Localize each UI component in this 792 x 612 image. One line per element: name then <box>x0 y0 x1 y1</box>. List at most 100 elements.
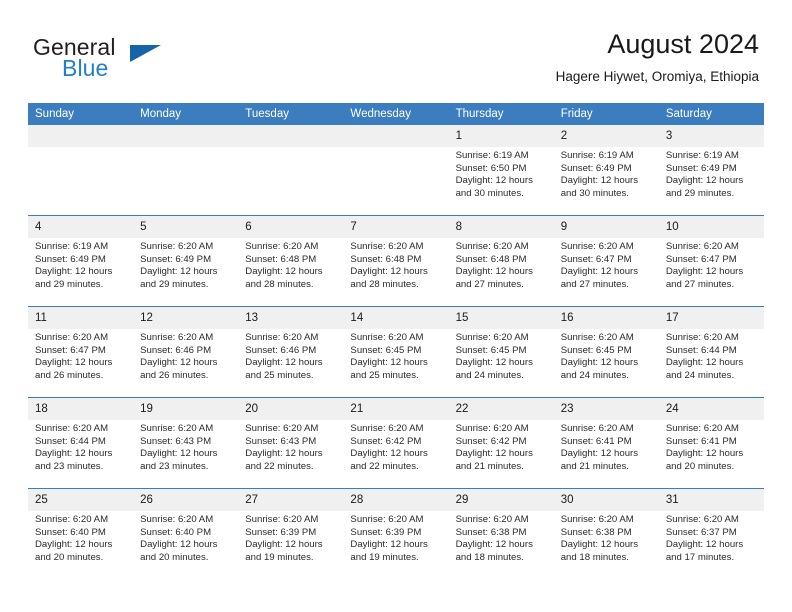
sunset-time: Sunset: 6:41 PM <box>665 435 737 447</box>
weekday-header-friday: Friday <box>553 103 659 125</box>
calendar-day-cell[interactable]: 7 Sunrise: 6:20 AM Sunset: 6:48 PM Daylight… <box>343 215 449 307</box>
sunset-time: Sunset: 6:39 PM <box>350 526 422 538</box>
day-number <box>133 125 239 147</box>
calendar-day-cell[interactable]: 15 Sunrise: 6:20 AM Sunset: 6:45 PM Dayligh… <box>448 306 554 398</box>
calendar-day-cell[interactable]: 8 Sunrise: 6:20 AM Sunset: 6:48 PM Daylight… <box>448 215 554 307</box>
daylight-duration-line1: Daylight: 12 hours <box>140 539 218 551</box>
daylight-duration-line1: Daylight: 12 hours <box>665 266 744 278</box>
day-number: 23 <box>553 398 659 420</box>
daylight-duration-line1: Daylight: 12 hours <box>350 539 428 551</box>
calendar-day-cell[interactable]: 18 Sunrise: 6:20 AM Sunset: 6:44 PM Dayligh… <box>28 397 134 489</box>
daylight-duration-line2: and 17 minutes. <box>665 551 735 563</box>
day-details: Sunrise: 6:20 AM Sunset: 6:48 PM Daylight:… <box>449 238 554 291</box>
calendar-day-cell[interactable]: 4 Sunrise: 6:19 AM Sunset: 6:49 PM Daylight… <box>28 215 134 307</box>
daylight-duration-line1: Daylight: 12 hours <box>35 539 113 551</box>
calendar-day-cell[interactable]: 24 Sunrise: 6:20 AM Sunset: 6:41 PM Dayligh… <box>658 397 764 489</box>
calendar-day-cell[interactable]: 30 Sunrise: 6:20 AM Sunset: 6:38 PM Dayligh… <box>553 488 659 579</box>
daylight-duration-line2: and 18 minutes. <box>560 551 629 563</box>
sunrise-time: Sunrise: 6:20 AM <box>455 332 529 343</box>
calendar-day-cell[interactable]: 26 Sunrise: 6:20 AM Sunset: 6:40 PM Dayligh… <box>133 488 239 579</box>
sunset-time: Sunset: 6:49 PM <box>560 162 632 174</box>
daylight-duration-line2: and 29 minutes. <box>35 278 104 290</box>
day-details: Sunrise: 6:20 AM Sunset: 6:43 PM Daylight:… <box>133 420 238 473</box>
daylight-duration-line2: and 21 minutes. <box>455 460 524 472</box>
daylight-duration-line1: Daylight: 12 hours <box>35 448 113 460</box>
day-number: 4 <box>28 216 134 238</box>
sunset-time: Sunset: 6:39 PM <box>245 526 317 538</box>
day-details: Sunrise: 6:20 AM Sunset: 6:40 PM Daylight:… <box>28 511 133 564</box>
day-number: 10 <box>658 216 764 238</box>
daylight-duration-line2: and 24 minutes. <box>560 369 629 381</box>
daylight-duration-line2: and 24 minutes. <box>665 369 735 381</box>
daylight-duration-line1: Daylight: 12 hours <box>245 357 323 369</box>
day-number: 29 <box>448 489 554 511</box>
calendar-day-cell[interactable]: 19 Sunrise: 6:20 AM Sunset: 6:43 PM Dayligh… <box>133 397 239 489</box>
weekday-header-tuesday: Tuesday <box>238 103 344 125</box>
calendar-day-cell[interactable]: 3 Sunrise: 6:19 AM Sunset: 6:49 PM Daylight… <box>658 125 764 216</box>
sunrise-time: Sunrise: 6:20 AM <box>245 514 319 525</box>
calendar-cell-empty <box>238 125 344 216</box>
brand-logo[interactable]: General Blue <box>33 34 263 90</box>
sunset-time: Sunset: 6:37 PM <box>665 526 737 538</box>
sunrise-time: Sunrise: 6:20 AM <box>35 423 109 434</box>
calendar-day-cell[interactable]: 10 Sunrise: 6:20 AM Sunset: 6:47 PM Dayligh… <box>658 215 764 307</box>
calendar-day-cell[interactable]: 14 Sunrise: 6:20 AM Sunset: 6:45 PM Dayligh… <box>343 306 449 398</box>
sunrise-time: Sunrise: 6:19 AM <box>35 241 109 252</box>
sunset-time: Sunset: 6:48 PM <box>245 253 317 265</box>
day-number: 21 <box>343 398 449 420</box>
calendar-day-cell[interactable]: 6 Sunrise: 6:20 AM Sunset: 6:48 PM Daylight… <box>238 215 344 307</box>
calendar-day-cell[interactable]: 12 Sunrise: 6:20 AM Sunset: 6:46 PM Dayligh… <box>133 306 239 398</box>
daylight-duration-line2: and 19 minutes. <box>350 551 419 563</box>
sunrise-time: Sunrise: 6:20 AM <box>350 241 424 252</box>
daylight-duration-line1: Daylight: 12 hours <box>245 448 323 460</box>
sunrise-time: Sunrise: 6:19 AM <box>560 150 634 161</box>
day-details: Sunrise: 6:20 AM Sunset: 6:47 PM Daylight:… <box>28 329 133 382</box>
day-details: Sunrise: 6:20 AM Sunset: 6:42 PM Daylight:… <box>343 420 448 473</box>
calendar-day-cell[interactable]: 5 Sunrise: 6:20 AM Sunset: 6:49 PM Daylight… <box>133 215 239 307</box>
calendar-day-cell[interactable]: 22 Sunrise: 6:20 AM Sunset: 6:42 PM Dayligh… <box>448 397 554 489</box>
calendar-day-cell[interactable]: 2 Sunrise: 6:19 AM Sunset: 6:49 PM Daylight… <box>553 125 659 216</box>
calendar-day-cell[interactable]: 16 Sunrise: 6:20 AM Sunset: 6:45 PM Dayligh… <box>553 306 659 398</box>
sunrise-time: Sunrise: 6:20 AM <box>665 514 739 525</box>
day-details: Sunrise: 6:20 AM Sunset: 6:47 PM Daylight:… <box>659 238 764 291</box>
calendar-day-cell[interactable]: 13 Sunrise: 6:20 AM Sunset: 6:46 PM Dayligh… <box>238 306 344 398</box>
calendar-day-cell[interactable]: 11 Sunrise: 6:20 AM Sunset: 6:47 PM Dayligh… <box>28 306 134 398</box>
daylight-duration-line1: Daylight: 12 hours <box>140 266 218 278</box>
daylight-duration-line1: Daylight: 12 hours <box>140 448 218 460</box>
sunrise-time: Sunrise: 6:20 AM <box>245 423 319 434</box>
sunset-time: Sunset: 6:45 PM <box>560 344 632 356</box>
calendar-day-cell[interactable]: 29 Sunrise: 6:20 AM Sunset: 6:38 PM Dayligh… <box>448 488 554 579</box>
day-number: 25 <box>28 489 134 511</box>
daylight-duration-line1: Daylight: 12 hours <box>560 175 639 187</box>
daylight-duration-line1: Daylight: 12 hours <box>665 175 744 187</box>
day-details: Sunrise: 6:19 AM Sunset: 6:49 PM Daylight:… <box>554 147 659 200</box>
sunset-time: Sunset: 6:40 PM <box>35 526 106 538</box>
calendar-day-cell[interactable]: 31 Sunrise: 6:20 AM Sunset: 6:37 PM Dayligh… <box>658 488 764 579</box>
daylight-duration-line1: Daylight: 12 hours <box>455 266 533 278</box>
calendar-day-cell[interactable]: 28 Sunrise: 6:20 AM Sunset: 6:39 PM Dayligh… <box>343 488 449 579</box>
calendar-day-cell[interactable]: 23 Sunrise: 6:20 AM Sunset: 6:41 PM Dayligh… <box>553 397 659 489</box>
calendar-day-cell[interactable]: 20 Sunrise: 6:20 AM Sunset: 6:43 PM Dayligh… <box>238 397 344 489</box>
calendar-day-cell[interactable]: 21 Sunrise: 6:20 AM Sunset: 6:42 PM Dayligh… <box>343 397 449 489</box>
sunrise-time: Sunrise: 6:20 AM <box>665 332 739 343</box>
calendar-day-cell[interactable]: 1 Sunrise: 6:19 AM Sunset: 6:50 PM Daylight… <box>448 125 554 216</box>
sunrise-time: Sunrise: 6:20 AM <box>455 241 529 252</box>
calendar-day-cell[interactable]: 17 Sunrise: 6:20 AM Sunset: 6:44 PM Dayligh… <box>658 306 764 398</box>
sunrise-time: Sunrise: 6:20 AM <box>35 332 109 343</box>
sunset-time: Sunset: 6:50 PM <box>455 162 527 174</box>
sunset-time: Sunset: 6:41 PM <box>560 435 632 447</box>
sunrise-time: Sunrise: 6:20 AM <box>560 514 634 525</box>
day-details: Sunrise: 6:20 AM Sunset: 6:40 PM Daylight:… <box>133 511 238 564</box>
day-number: 24 <box>658 398 764 420</box>
day-number: 17 <box>658 307 764 329</box>
calendar-header-row: Sunday Monday Tuesday Wednesday Thursday… <box>28 103 764 125</box>
daylight-duration-line1: Daylight: 12 hours <box>560 357 639 369</box>
calendar-body: 1 Sunrise: 6:19 AM Sunset: 6:50 PM Daylight… <box>28 125 764 579</box>
calendar-day-cell[interactable]: 27 Sunrise: 6:20 AM Sunset: 6:39 PM Dayligh… <box>238 488 344 579</box>
calendar-day-cell[interactable]: 9 Sunrise: 6:20 AM Sunset: 6:47 PM Daylight… <box>553 215 659 307</box>
sunrise-time: Sunrise: 6:20 AM <box>245 332 319 343</box>
daylight-duration-line1: Daylight: 12 hours <box>245 539 323 551</box>
daylight-duration-line2: and 22 minutes. <box>245 460 314 472</box>
sunrise-time: Sunrise: 6:20 AM <box>455 514 529 525</box>
calendar-day-cell[interactable]: 25 Sunrise: 6:20 AM Sunset: 6:40 PM Dayligh… <box>28 488 134 579</box>
